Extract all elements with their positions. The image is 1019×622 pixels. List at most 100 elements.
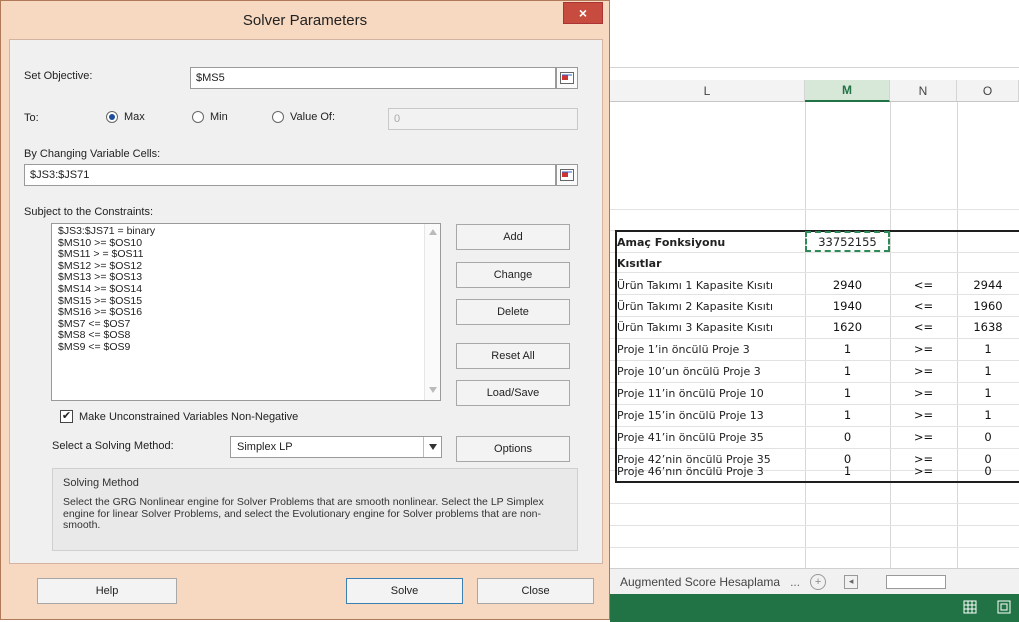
changing-cells-label: By Changing Variable Cells: <box>24 148 161 160</box>
help-button[interactable]: Help <box>37 578 177 604</box>
column-header-l[interactable]: L <box>610 80 805 102</box>
row-n-cell[interactable]: >= <box>890 461 957 481</box>
checkmark-icon: ✔ <box>61 410 72 422</box>
status-bar <box>610 594 1019 622</box>
reset-all-button[interactable]: Reset All <box>456 343 570 369</box>
chevron-down-icon[interactable] <box>428 385 437 397</box>
row-m-cell[interactable]: 1620 <box>805 317 890 337</box>
formula-bar-area <box>610 0 1019 68</box>
row-m-cell[interactable]: 1 <box>805 461 890 481</box>
horizontal-scrollbar[interactable] <box>886 574 947 589</box>
row-label-cell[interactable]: Ürün Takımı 3 Kapasite Kısıtı <box>617 317 805 337</box>
row-label-cell[interactable]: Ürün Takımı 2 Kapasite Kısıtı <box>617 296 805 316</box>
close-window-button[interactable]: × <box>563 2 603 24</box>
radio-value-of[interactable]: Value Of: <box>272 111 335 123</box>
list-item[interactable]: $MS14 >= $OS14 <box>58 283 434 296</box>
list-item[interactable]: $JS3:$JS71 = binary <box>58 225 434 238</box>
add-constraint-button[interactable]: Add <box>456 224 570 250</box>
objective-value-cell[interactable]: 33752155 <box>805 231 890 252</box>
list-item[interactable]: $MS9 <= $OS9 <box>58 341 434 354</box>
row-o-cell[interactable]: 1 <box>957 339 1019 359</box>
sheet-tab-bar: Augmented Score Hesaplama ... + ◂ <box>610 568 1019 594</box>
row-label-cell[interactable]: Proje 1’in öncülü Proje 3 <box>617 339 805 359</box>
objective-label-cell[interactable]: Amaç Fonksiyonu <box>617 232 805 252</box>
row-m-cell[interactable]: 1 <box>805 383 890 403</box>
row-label-cell[interactable]: Proje 41’in öncülü Proje 35 <box>617 427 805 447</box>
solving-method-title: Solving Method <box>63 477 139 489</box>
changing-cells-range-picker[interactable] <box>556 164 578 186</box>
page-layout-icon[interactable] <box>997 600 1011 617</box>
add-sheet-button[interactable]: + <box>810 573 827 590</box>
row-n-cell[interactable]: >= <box>890 405 957 425</box>
row-label-cell[interactable]: Proje 11’in öncülü Proje 10 <box>617 383 805 403</box>
row-o-cell[interactable]: 0 <box>957 427 1019 447</box>
column-header-o[interactable]: O <box>957 80 1019 102</box>
options-button[interactable]: Options <box>456 436 570 462</box>
radio-min-label: Min <box>210 111 228 123</box>
radio-selected-indicator <box>106 111 118 123</box>
chevron-down-icon <box>423 437 441 457</box>
row-n-cell[interactable]: >= <box>890 339 957 359</box>
row-m-cell[interactable]: 0 <box>805 427 890 447</box>
row-m-cell[interactable]: 1 <box>805 361 890 381</box>
radio-indicator <box>272 111 284 123</box>
chevron-up-icon[interactable] <box>428 227 437 239</box>
solving-method-label: Select a Solving Method: <box>52 440 174 452</box>
grid-line <box>610 503 1019 504</box>
changing-cells-input[interactable]: $JS3:$JS71 <box>24 164 556 186</box>
row-n-cell[interactable]: >= <box>890 361 957 381</box>
load-save-button[interactable]: Load/Save <box>456 380 570 406</box>
row-n-cell[interactable]: >= <box>890 383 957 403</box>
grid-line <box>610 525 1019 526</box>
radio-max[interactable]: Max <box>106 111 145 123</box>
row-m-cell[interactable]: 2940 <box>805 275 890 295</box>
row-o-cell[interactable]: 1 <box>957 383 1019 403</box>
delete-constraint-button[interactable]: Delete <box>456 299 570 325</box>
to-label: To: <box>24 112 39 124</box>
row-o-cell[interactable]: 0 <box>957 461 1019 481</box>
row-o-cell[interactable]: 1 <box>957 361 1019 381</box>
solving-method-select[interactable]: Simplex LP <box>230 436 442 458</box>
row-label-cell[interactable]: Proje 10’un öncülü Proje 3 <box>617 361 805 381</box>
button-label: Close <box>521 585 550 597</box>
more-sheets-button[interactable]: ... <box>790 575 800 589</box>
row-label-cell[interactable]: Proje 15’in öncülü Proje 13 <box>617 405 805 425</box>
row-o-cell[interactable]: 1 <box>957 405 1019 425</box>
row-n-cell[interactable]: <= <box>890 275 957 295</box>
constraints-heading-cell[interactable]: Kısıtlar <box>617 253 805 273</box>
dialog-title-bar[interactable]: Solver Parameters × <box>1 1 609 39</box>
row-n-cell[interactable]: <= <box>890 296 957 316</box>
constraints-label: Subject to the Constraints: <box>24 206 154 218</box>
constraints-list[interactable]: $JS3:$JS71 = binary $MS10 >= $OS10 $MS11… <box>51 223 441 401</box>
grid-icon[interactable] <box>963 600 977 617</box>
row-n-cell[interactable]: >= <box>890 427 957 447</box>
set-objective-label: Set Objective: <box>24 70 93 82</box>
row-m-cell[interactable]: 1 <box>805 405 890 425</box>
row-label-cell[interactable]: Proje 46’nın öncülü Proje 3 <box>617 461 805 481</box>
set-objective-input[interactable]: $MS5 <box>190 67 556 89</box>
row-m-cell[interactable]: 1940 <box>805 296 890 316</box>
scroll-left-button[interactable]: ◂ <box>844 574 859 589</box>
row-m-cell[interactable]: 1 <box>805 339 890 359</box>
sheet-tab[interactable]: Augmented Score Hesaplama <box>620 575 780 589</box>
change-constraint-button[interactable]: Change <box>456 262 570 288</box>
column-header-n[interactable]: N <box>890 80 957 102</box>
row-o-cell[interactable]: 2944 <box>957 275 1019 295</box>
close-dialog-button[interactable]: Close <box>477 578 594 604</box>
column-header-label: N <box>918 83 928 98</box>
radio-max-label: Max <box>124 111 145 123</box>
column-header-m[interactable]: M <box>805 80 890 102</box>
row-o-cell[interactable]: 1960 <box>957 296 1019 316</box>
list-item[interactable]: $MS16 >= $OS16 <box>58 307 434 319</box>
non-negative-checkbox[interactable]: ✔ Make Unconstrained Variables Non-Negat… <box>60 410 298 423</box>
objective-range-picker[interactable] <box>556 67 578 89</box>
row-label-cell[interactable]: Ürün Takımı 1 Kapasite Kısıtı <box>617 275 805 295</box>
solve-button[interactable]: Solve <box>346 578 463 604</box>
value-of-input[interactable]: 0 <box>388 108 578 130</box>
row-n-cell[interactable]: <= <box>890 317 957 337</box>
button-label: Change <box>493 269 533 281</box>
list-scrollbar[interactable] <box>424 224 440 400</box>
non-negative-label: Make Unconstrained Variables Non-Negativ… <box>79 410 299 423</box>
row-o-cell[interactable]: 1638 <box>957 317 1019 337</box>
radio-min[interactable]: Min <box>192 111 228 123</box>
